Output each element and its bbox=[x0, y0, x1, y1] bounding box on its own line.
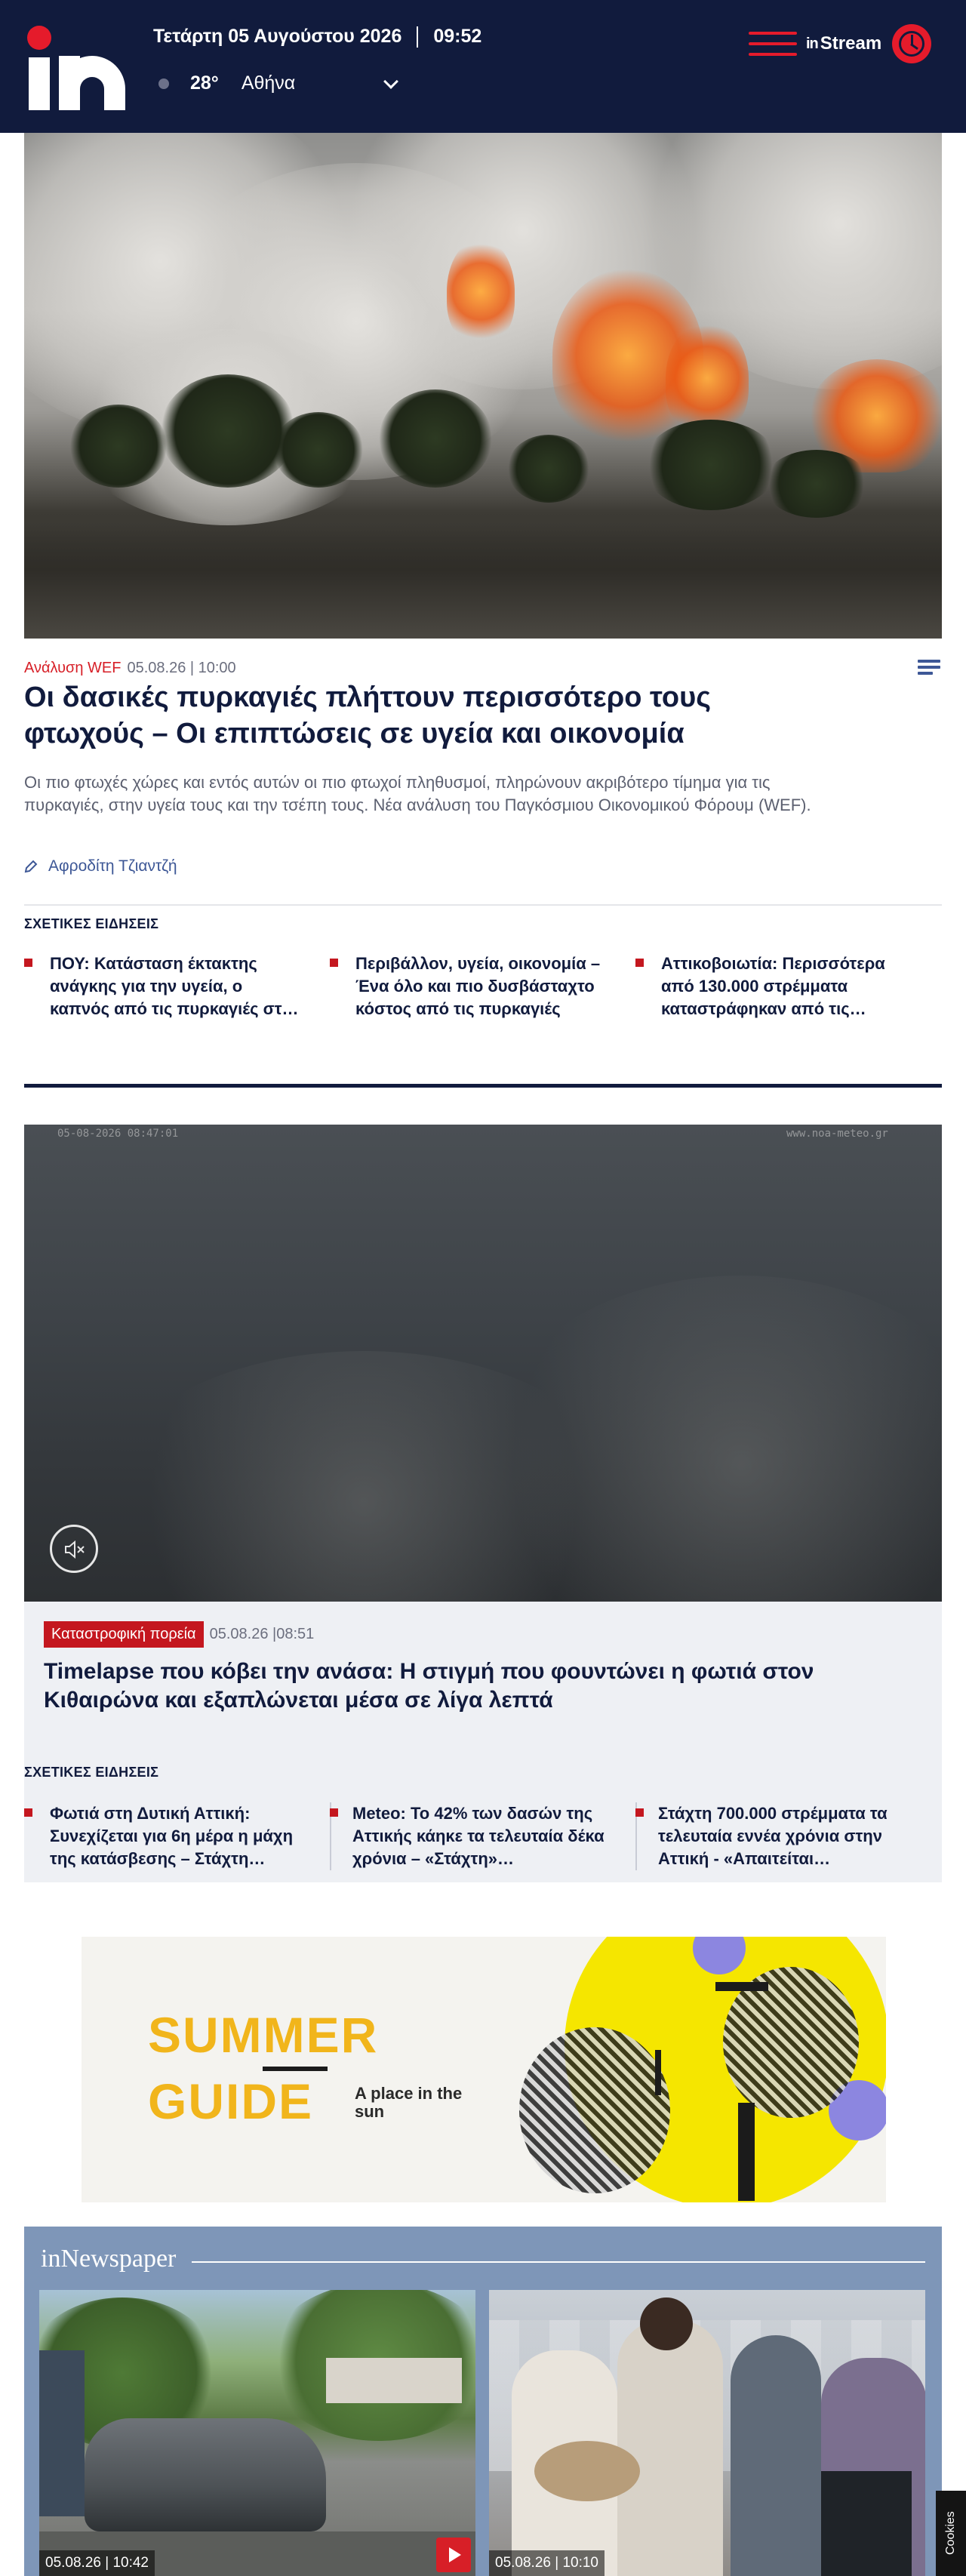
video-story-card: 05-08-2026 08:47:01 www.noa-meteo.gr Κατ… bbox=[24, 1125, 942, 1882]
related-news-list: Φωτιά στη Δυτική Αττική: Συνεχίζεται για… bbox=[24, 1802, 942, 1870]
instream-link[interactable]: in Stream bbox=[806, 33, 881, 54]
related-news-label: ΣΧΕΤΙΚΕΣ ΕΙΔΗΣΕΙΣ bbox=[24, 1765, 159, 1780]
menu-button[interactable] bbox=[749, 29, 797, 59]
related-news-label: ΣΧΕΤΙΚΕΣ ΕΙΔΗΣΕΙΣ bbox=[24, 916, 159, 931]
divider bbox=[417, 26, 419, 48]
logo-dot bbox=[27, 26, 51, 50]
bullet-square-icon bbox=[330, 1808, 338, 1817]
hero-category-link[interactable]: Ανάλυση WEF bbox=[24, 660, 121, 677]
section-divider bbox=[24, 1084, 942, 1088]
list-icon[interactable] bbox=[918, 660, 940, 676]
video-datetime: 05.08.26 |08:51 bbox=[209, 1626, 315, 1642]
bullet-square-icon bbox=[635, 959, 644, 967]
city-select[interactable]: Αθήνα bbox=[242, 72, 295, 94]
related-news-item[interactable]: Αττικοβοιωτία: Περισσότερα από 130.000 σ… bbox=[635, 953, 941, 1020]
related-news-item[interactable]: Meteo: Το 42% των δασών της Αττικής κάηκ… bbox=[330, 1802, 635, 1870]
cookies-button[interactable]: Cookies bbox=[936, 2491, 966, 2576]
date-time: Τετάρτη 05 Αυγούστου 2026 09:52 bbox=[153, 26, 481, 48]
current-time: 09:52 bbox=[433, 26, 482, 47]
current-date: Τετάρτη 05 Αυγούστου 2026 bbox=[153, 26, 402, 47]
ad-headline: SUMMER bbox=[148, 2007, 379, 2063]
weather-widget[interactable]: 28° Αθήνα bbox=[158, 72, 399, 94]
video-player[interactable]: 05-08-2026 08:47:01 www.noa-meteo.gr bbox=[24, 1125, 942, 1602]
hero-datetime: 05.08.26 | 10:00 bbox=[127, 660, 236, 676]
hero-title[interactable]: Οι δασικές πυρκαγιές πλήττουν περισσότερ… bbox=[24, 679, 779, 752]
divider bbox=[24, 904, 942, 906]
bullet-square-icon bbox=[635, 1808, 644, 1817]
related-news-item[interactable]: Στάχτη 700.000 στρέμματα τα τελευταία εν… bbox=[635, 1802, 941, 1870]
related-news-item[interactable]: ΠΟΥ: Κατάσταση έκτακτης ανάγκης για την … bbox=[24, 953, 330, 1020]
video-title[interactable]: Timelapse που κόβει την ανάσα: Η στιγμή … bbox=[44, 1657, 874, 1715]
ad-tagline: A place in the sun bbox=[355, 2084, 463, 2121]
newspaper-card[interactable]: 05.08.26 | 10:42 bbox=[39, 2290, 475, 2576]
pencil-icon bbox=[24, 860, 38, 873]
speaker-muted-icon bbox=[65, 1540, 85, 1559]
weather-icon bbox=[158, 78, 169, 89]
clock-icon[interactable] bbox=[892, 24, 931, 63]
bullet-square-icon bbox=[330, 959, 338, 967]
site-logo[interactable] bbox=[23, 26, 128, 110]
section-title[interactable]: inNewspaper bbox=[41, 2245, 176, 2273]
innewspaper-section: inNewspaper 05.08.26 | 10:42 05.08.26 | … bbox=[24, 2227, 942, 2576]
mute-button[interactable] bbox=[50, 1525, 98, 1573]
category-badge[interactable]: Καταστροφική πορεία bbox=[44, 1621, 204, 1648]
video-meta: Καταστροφική πορεία 05.08.26 |08:51 bbox=[44, 1621, 314, 1648]
related-news-item[interactable]: Περιβάλλον, υγεία, οικονομία – Ένα όλο κ… bbox=[330, 953, 635, 1020]
bullet-square-icon bbox=[24, 1808, 32, 1817]
car-photo bbox=[85, 2418, 326, 2531]
site-header: Τετάρτη 05 Αυγούστου 2026 09:52 28° Αθήν… bbox=[0, 0, 966, 133]
newspaper-card[interactable]: 05.08.26 | 10:10 bbox=[489, 2290, 925, 2576]
instream-label: Stream bbox=[820, 33, 882, 54]
video-overlay-source: www.noa-meteo.gr bbox=[786, 1128, 888, 1140]
video-overlay-timestamp: 05-08-2026 08:47:01 bbox=[57, 1128, 179, 1140]
logo-letter-i bbox=[29, 57, 50, 110]
card-datetime: 05.08.26 | 10:42 bbox=[39, 2550, 155, 2576]
summer-guide-ad[interactable]: SUMMER GUIDE A place in the sun bbox=[82, 1937, 886, 2202]
play-icon[interactable] bbox=[436, 2538, 471, 2572]
hero-meta: Ανάλυση WEF 05.08.26 | 10:00 bbox=[24, 660, 236, 677]
author-byline[interactable]: Αφροδίτη Τζιαντζή bbox=[24, 857, 177, 876]
hamburger-icon bbox=[749, 32, 797, 35]
card-datetime: 05.08.26 | 10:10 bbox=[489, 2550, 605, 2576]
pineapple-graphic bbox=[519, 2027, 670, 2193]
related-news-item[interactable]: Φωτιά στη Δυτική Αττική: Συνεχίζεται για… bbox=[24, 1802, 330, 1870]
temperature: 28° bbox=[190, 72, 219, 94]
hero-lead: Οι πιο φτωχές χώρες και εντός αυτών οι π… bbox=[24, 773, 811, 814]
bullet-square-icon bbox=[24, 959, 32, 967]
author-name: Αφροδίτη Τζιαντζή bbox=[48, 857, 177, 875]
divider bbox=[192, 2261, 925, 2263]
chevron-down-icon[interactable] bbox=[383, 73, 399, 89]
instream-mark: in bbox=[806, 35, 819, 52]
ad-headline: GUIDE bbox=[148, 2073, 314, 2129]
hero-image-wildfire[interactable] bbox=[24, 133, 942, 639]
related-news-list: ΠΟΥ: Κατάσταση έκτακτης ανάγκης για την … bbox=[24, 953, 942, 1020]
